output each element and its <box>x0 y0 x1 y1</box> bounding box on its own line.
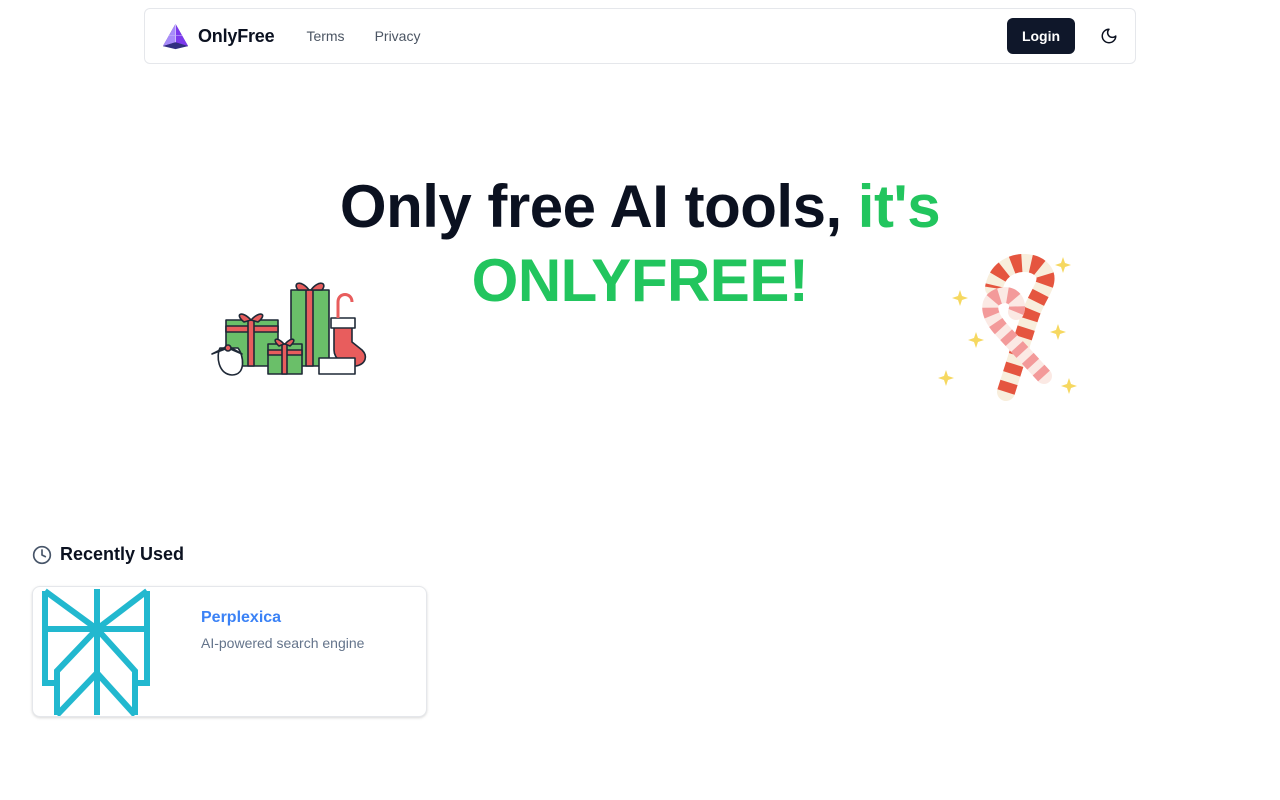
tool-name[interactable]: Perplexica <box>201 609 281 627</box>
nav-link-terms[interactable]: Terms <box>306 28 344 44</box>
brand-home-link[interactable]: OnlyFree <box>161 22 275 51</box>
hero-title: Only free AI tools, it's ONLYFREE! <box>0 170 1280 318</box>
tool-card-perplexica[interactable]: Perplexica AI-powered search engine <box>32 586 427 717</box>
clock-icon <box>32 545 52 564</box>
christmas-gifts-illustration <box>211 282 367 376</box>
pyramid-logo-icon <box>162 23 189 49</box>
nav-links: Terms Privacy <box>306 28 420 44</box>
login-button[interactable]: Login <box>1007 18 1075 54</box>
perplexica-logo-icon <box>42 588 150 716</box>
hero-title-green: it's <box>857 173 941 240</box>
hero-title-brand: ONLYFREE! <box>471 247 809 314</box>
hero-title-dark: Only free AI tools, <box>339 173 842 240</box>
theme-toggle-button[interactable] <box>1091 18 1127 54</box>
brand-name: OnlyFree <box>198 25 275 46</box>
moon-icon <box>1101 28 1117 44</box>
recently-used-header: Recently Used <box>32 544 184 565</box>
nav-link-privacy[interactable]: Privacy <box>375 28 421 44</box>
candy-cane-illustration <box>938 254 1077 401</box>
top-navbar: OnlyFree Terms Privacy Login <box>144 8 1136 64</box>
tool-description: AI-powered search engine <box>201 635 365 651</box>
recently-used-title: Recently Used <box>60 544 185 564</box>
nav-actions: Login <box>1007 18 1119 54</box>
